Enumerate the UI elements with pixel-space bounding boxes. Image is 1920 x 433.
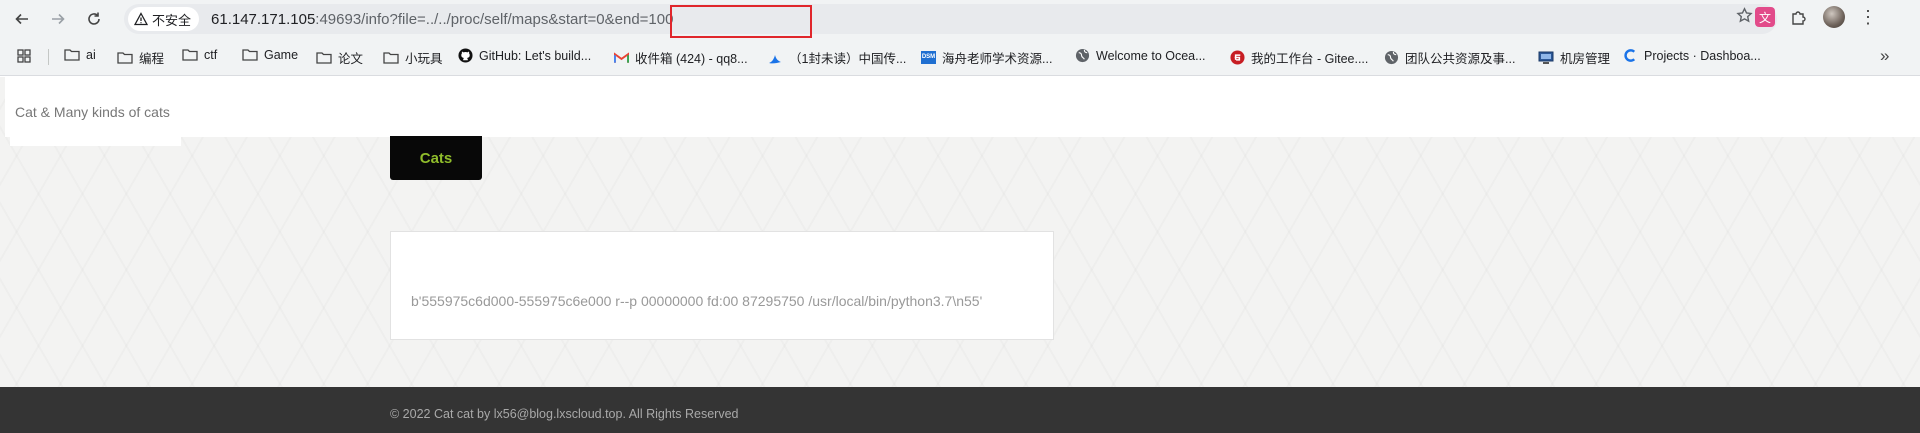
footer-copyright: © 2022 Cat cat by lx56@blog.lxscloud.top… bbox=[390, 407, 739, 421]
apps-grid-icon bbox=[16, 48, 32, 64]
url-text[interactable]: 61.147.171.105:49693/info?file=../../pro… bbox=[211, 11, 673, 28]
browser-toolbar: 不安全 61.147.171.105:49693/info?file=../..… bbox=[0, 0, 1920, 38]
bookmark-label: GitHub: Let's build... bbox=[479, 48, 592, 63]
url-host: 61.147.171.105 bbox=[211, 10, 316, 28]
site-header: Cat & Many kinds of cats bbox=[5, 77, 1920, 137]
bookmark-team-resources[interactable]: 团队公共资源及事... bbox=[1384, 48, 1515, 67]
bookmark-label: 我的工作台 - Gitee.... bbox=[1251, 52, 1369, 66]
dsm-icon: DSM bbox=[921, 51, 936, 64]
folder-icon bbox=[383, 51, 399, 65]
bookmark-label: Game bbox=[264, 48, 299, 62]
url-highlight-box bbox=[670, 5, 812, 38]
header-tab-extension bbox=[10, 137, 181, 146]
bookmark-folder-programming[interactable]: 编程 bbox=[117, 48, 164, 67]
apps-grid-button[interactable] bbox=[16, 48, 38, 64]
bookmark-folder-ai[interactable]: ai bbox=[64, 48, 96, 62]
bookmark-folder-game[interactable]: Game bbox=[242, 48, 298, 62]
folder-icon bbox=[117, 51, 133, 65]
bookmark-label: 收件箱 (424) - qq8... bbox=[635, 52, 748, 66]
bookmark-label: 小玩具 bbox=[405, 52, 443, 66]
forward-button[interactable] bbox=[44, 5, 72, 33]
address-bar[interactable]: 不安全 61.147.171.105:49693/info?file=../..… bbox=[124, 4, 1777, 38]
content-card: b'555975c6d000-555975c6e000 r--p 0000000… bbox=[390, 231, 1054, 340]
forward-arrow-icon bbox=[52, 13, 65, 25]
star-icon bbox=[1736, 7, 1753, 23]
bookmark-star-button[interactable] bbox=[1736, 7, 1753, 29]
globe-icon bbox=[1075, 48, 1090, 63]
bookmark-ocean[interactable]: Welcome to Ocea... bbox=[1075, 48, 1206, 63]
folder-icon bbox=[64, 48, 80, 62]
mail-bird-icon bbox=[767, 50, 783, 66]
bookmark-label: 机房管理 bbox=[1560, 52, 1611, 66]
bookmark-gmail[interactable]: 收件箱 (424) - qq8... bbox=[614, 48, 748, 67]
security-indicator[interactable]: 不安全 bbox=[128, 7, 200, 31]
gitee-icon bbox=[1230, 50, 1245, 65]
bookmark-github[interactable]: GitHub: Let's build... bbox=[458, 48, 591, 63]
reload-button[interactable] bbox=[80, 5, 108, 33]
bookmarks-divider bbox=[48, 49, 49, 65]
bookmark-label: 论文 bbox=[338, 52, 364, 66]
bookmark-label: ai bbox=[86, 48, 96, 62]
gmail-icon bbox=[614, 51, 629, 64]
profile-avatar[interactable] bbox=[1823, 6, 1845, 28]
globe-icon bbox=[1384, 50, 1399, 65]
security-label: 不安全 bbox=[152, 12, 192, 28]
back-button[interactable] bbox=[8, 5, 36, 33]
github-icon bbox=[458, 48, 473, 63]
site-footer: © 2022 Cat cat by lx56@blog.lxscloud.top… bbox=[0, 387, 1920, 433]
bookmark-label: Projects · Dashboa... bbox=[1644, 48, 1761, 63]
bookmark-folder-papers[interactable]: 论文 bbox=[316, 48, 363, 67]
bookmark-folder-toys[interactable]: 小玩具 bbox=[383, 48, 443, 67]
bookmark-dsm[interactable]: DSM 海舟老师学术资源... bbox=[921, 48, 1052, 67]
bookmark-label: （1封未读）中国传... bbox=[789, 52, 907, 66]
bookmark-label: Welcome to Ocea... bbox=[1096, 48, 1206, 63]
bookmarks-overflow-button[interactable]: » bbox=[1880, 46, 1889, 66]
bookmark-gitee[interactable]: 我的工作台 - Gitee.... bbox=[1230, 48, 1368, 67]
url-path: :49693/info?file=../../proc/self/maps&st… bbox=[315, 10, 674, 28]
cats-nav-button[interactable]: Cats bbox=[390, 136, 482, 180]
extension-area: 文 ⋮ bbox=[1755, 6, 1877, 28]
folder-icon bbox=[242, 48, 258, 62]
bookmark-label: 编程 bbox=[139, 52, 165, 66]
bookmark-label: 团队公共资源及事... bbox=[1405, 52, 1516, 66]
folder-icon bbox=[182, 48, 198, 62]
monitor-icon bbox=[1538, 51, 1554, 65]
bookmark-label: ctf bbox=[204, 48, 218, 62]
page-body: Cat & Many kinds of cats Cats b'555975c6… bbox=[0, 77, 1920, 433]
bookmarks-bar: ai 编程 ctf Game 论文 小玩具 GitHub: Let's buil… bbox=[0, 38, 1920, 76]
bookmark-server-room[interactable]: 机房管理 bbox=[1538, 48, 1610, 67]
bookmark-folder-ctf[interactable]: ctf bbox=[182, 48, 217, 62]
extensions-puzzle-icon[interactable] bbox=[1789, 7, 1809, 27]
overflow-chevron-icon: » bbox=[1880, 46, 1890, 65]
site-title[interactable]: Cat & Many kinds of cats bbox=[15, 104, 170, 120]
file-content-text: b'555975c6d000-555975c6e000 r--p 0000000… bbox=[411, 293, 983, 309]
reload-icon bbox=[88, 12, 100, 25]
warning-triangle-icon bbox=[134, 12, 148, 26]
folder-icon bbox=[316, 51, 332, 65]
bookmark-projects[interactable]: Projects · Dashboa... bbox=[1623, 48, 1761, 63]
bookmark-mail-cuc[interactable]: （1封未读）中国传... bbox=[767, 48, 906, 67]
back-arrow-icon bbox=[15, 13, 28, 25]
browser-menu-button[interactable]: ⋮ bbox=[1859, 7, 1877, 28]
projects-icon bbox=[1623, 48, 1638, 63]
bookmark-label: 海舟老师学术资源... bbox=[942, 52, 1053, 66]
translate-extension-icon[interactable]: 文 bbox=[1755, 7, 1775, 27]
